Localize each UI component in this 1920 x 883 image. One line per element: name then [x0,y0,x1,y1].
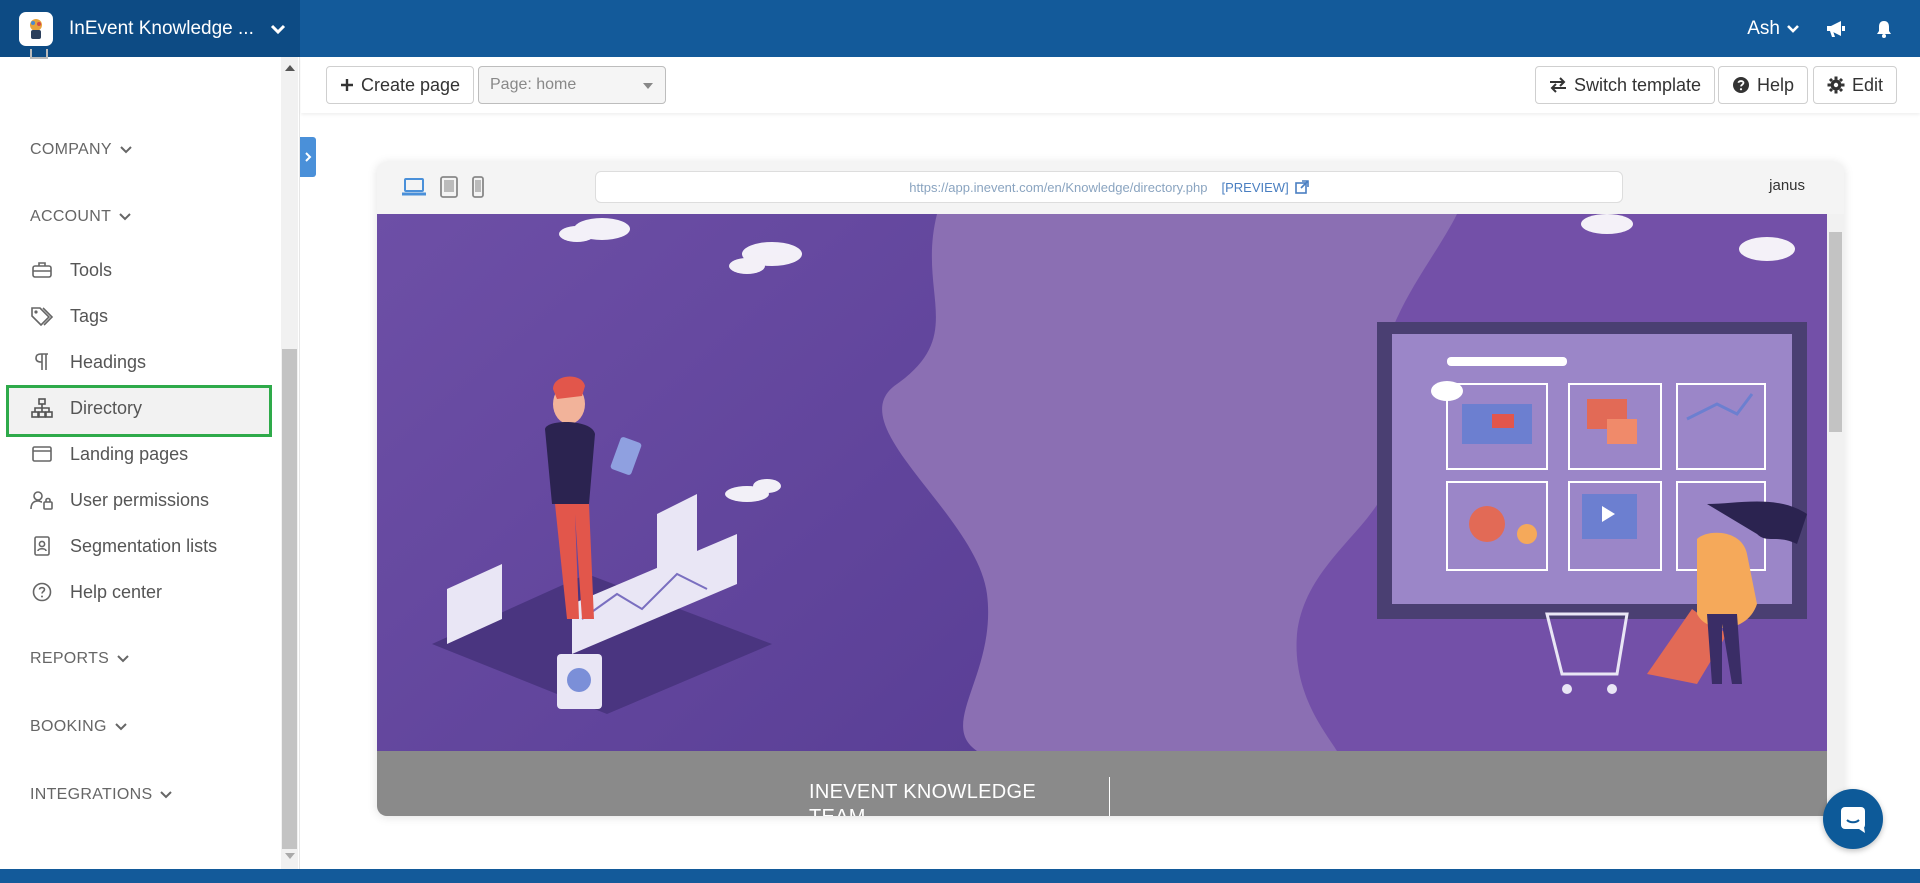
section-label: REPORTS [30,650,110,667]
page-select[interactable]: Page: home [478,66,666,104]
chevron-down-icon [117,655,129,663]
tags-icon [30,304,54,328]
question-circle-icon [1732,76,1750,94]
section-label: ACCOUNT [30,208,112,225]
sidebar-item-label: Headings [70,351,147,372]
page-toolbar: Create page Page: home Switch template H… [301,57,1920,113]
user-lock-icon [30,488,54,512]
sidebar-item-label: Tools [70,259,113,280]
exchange-icon [1549,77,1567,93]
band-divider [1109,777,1110,816]
brand-logo [19,11,53,46]
laptop-icon[interactable] [401,176,427,198]
help-button[interactable]: Help [1718,66,1809,104]
caret-down-icon [643,83,653,89]
top-bar: InEvent Knowledge ... Ash [0,0,1920,57]
clipped-menu-icon [30,49,48,59]
help-label: Help [1757,74,1795,95]
preview-scrollbar-thumb[interactable] [1829,232,1842,432]
chat-launcher-button[interactable] [1823,789,1883,849]
preview-link-label: [PREVIEW] [1221,179,1289,195]
sidebar-item-label: User permissions [70,489,210,510]
sidebar-item-label: Segmentation lists [70,535,218,556]
sidebar: COMPANY ACCOUNT Tools Tags Headings Dire… [0,49,300,869]
mobile-icon[interactable] [471,176,485,198]
section-label: BOOKING [30,718,107,735]
sidebar-item-tools[interactable]: Tools [30,255,112,285]
preview-url: https://app.inevent.com/en/Knowledge/dir… [909,179,1208,195]
gear-icon [1827,76,1845,94]
external-link-icon [1294,180,1309,194]
chat-icon [1841,807,1865,833]
sidebar-item-label: Landing pages [70,443,189,464]
plus-icon [340,78,354,92]
create-page-button[interactable]: Create page [326,66,475,104]
user-menu[interactable]: Ash [1747,18,1800,40]
sidebar-item-user-permissions[interactable]: User permissions [30,485,209,515]
sidebar-item-tags[interactable]: Tags [30,301,108,331]
switch-template-button[interactable]: Switch template [1535,66,1716,104]
window-icon [30,442,54,466]
megaphone-icon[interactable] [1824,17,1848,41]
edit-label: Edit [1852,74,1884,95]
paragraph-icon [30,350,54,374]
sitemap-icon [30,396,54,420]
sidebar-section-booking[interactable]: BOOKING [30,718,127,736]
collapse-sidebar-button[interactable] [300,137,316,177]
sidebar-section-account[interactable]: ACCOUNT [30,208,131,226]
question-circle-icon [30,580,54,604]
preview-link[interactable]: [PREVIEW] [1222,180,1309,195]
create-page-label: Create page [361,74,461,95]
scroll-up-icon[interactable] [285,65,295,71]
device-switcher [401,176,485,198]
scroll-down-icon[interactable] [285,853,295,859]
chevron-down-icon [1787,24,1799,33]
bell-icon[interactable] [1872,17,1896,41]
preview-url-bar[interactable]: https://app.inevent.com/en/Knowledge/dir… [595,171,1623,203]
user-name: Ash [1747,17,1780,39]
sidebar-item-label: Directory [70,397,143,418]
chevron-down-icon[interactable] [270,23,286,35]
app-title: InEvent Knowledge ... [69,17,254,39]
sidebar-item-headings[interactable]: Headings [30,347,146,377]
preview-user: janus [1769,177,1805,194]
sidebar-section-integrations[interactable]: INTEGRATIONS [30,786,173,804]
chevron-down-icon [115,723,127,731]
chevron-right-icon [305,152,312,162]
bottom-bar [0,869,1920,883]
sidebar-section-company[interactable]: COMPANY [30,141,132,159]
toolbox-icon [30,258,54,282]
sidebar-item-help-center[interactable]: Help center [30,577,162,607]
switch-template-label: Switch template [1574,74,1702,95]
sidebar-item-directory[interactable]: Directory [30,393,142,423]
team-band: INEVENT KNOWLEDGE TEAM [377,751,1827,816]
edit-button[interactable]: Edit [1813,66,1898,104]
sidebar-item-segmentation-lists[interactable]: Segmentation lists [30,531,217,561]
page-select-value: Page: home [490,76,577,93]
sidebar-section-reports[interactable]: REPORTS [30,650,129,668]
sidebar-item-label: Tags [70,305,109,326]
tablet-icon[interactable] [439,176,459,198]
section-label: COMPANY [30,141,112,158]
sidebar-scrollbar-thumb[interactable] [282,349,297,849]
band-title: INEVENT KNOWLEDGE TEAM [809,781,1036,816]
sidebar-item-landing-pages[interactable]: Landing pages [30,439,188,469]
preview-frame: https://app.inevent.com/en/Knowledge/dir… [377,162,1844,816]
contact-card-icon [30,534,54,558]
chevron-down-icon [160,791,173,799]
chevron-down-icon [119,213,131,221]
hero-banner-image [377,214,1827,751]
section-label: INTEGRATIONS [30,786,153,803]
chevron-down-icon [120,146,132,154]
sidebar-item-label: Help center [70,581,163,602]
